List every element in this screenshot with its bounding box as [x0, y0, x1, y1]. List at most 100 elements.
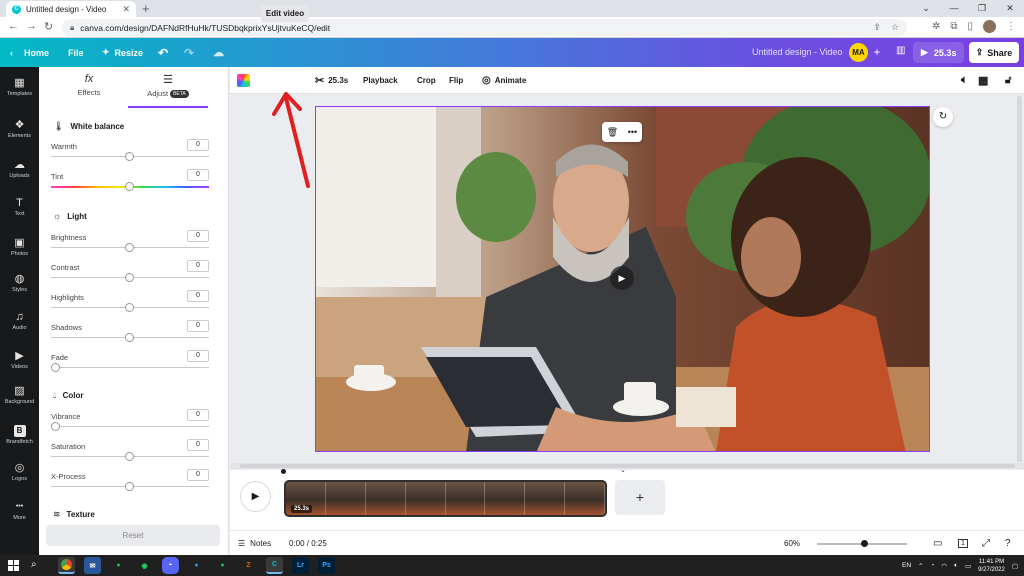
share-button[interactable]: ⇪ Share [969, 42, 1019, 63]
slider-value-input[interactable]: 0 [187, 290, 209, 302]
lightroom-icon[interactable]: Lr [292, 557, 309, 574]
help-icon[interactable]: ? [1005, 531, 1011, 556]
whatsapp-icon[interactable]: ◉ [136, 557, 153, 574]
sidebar-item-elements[interactable]: ❖ Elements [0, 119, 39, 139]
chevron-down-icon[interactable]: ⌄ [912, 0, 940, 17]
extension-icon[interactable]: ✲ [932, 21, 940, 32]
sidebar-item-logos[interactable]: ◎ Logos [0, 462, 39, 482]
add-page-button[interactable]: + [615, 480, 665, 515]
tab-effects[interactable]: fx Effects [49, 73, 129, 97]
reset-button[interactable]: Reset [46, 525, 220, 546]
slider-value-input[interactable]: 0 [187, 320, 209, 332]
windows-start-icon[interactable] [8, 560, 19, 571]
design-title[interactable]: Untitled design - Video [752, 38, 842, 67]
slider-knob[interactable] [125, 152, 134, 161]
timeline-play-button[interactable]: ▶ [240, 481, 271, 512]
tray-app-icon[interactable]: ◔ [930, 562, 934, 569]
lock-element-icon[interactable]: 🔓︎ [1005, 67, 1011, 94]
zoom-app-icon[interactable]: ● [188, 557, 205, 574]
mail-icon[interactable]: ✉ [84, 557, 101, 574]
new-tab-icon[interactable]: + [142, 1, 150, 16]
tab-adjust[interactable]: ☰ Adjust BETA [128, 73, 208, 108]
edit-video-button[interactable]: Edit video [261, 5, 309, 22]
home-button[interactable]: ‹ Home [10, 38, 49, 67]
slider-track[interactable] [51, 426, 209, 427]
chevron-down-icon[interactable]: ⌄ [620, 466, 626, 474]
sidebar-item-background[interactable]: ▨ Background [0, 385, 39, 405]
video-clip[interactable]: 25.3s [284, 480, 607, 517]
back-icon[interactable]: ← [8, 20, 19, 32]
present-play-button[interactable]: ▶ 25.3s [913, 42, 965, 63]
browser-menu-icon[interactable]: ⋮ [1006, 21, 1016, 32]
slider-knob[interactable] [125, 333, 134, 342]
user-avatar[interactable]: MA [849, 43, 868, 62]
canvas-horizontal-scrollbar[interactable] [230, 463, 1024, 469]
slider-knob[interactable] [125, 273, 134, 282]
share-page-icon[interactable]: ⇪ [873, 22, 881, 33]
page-count-button[interactable]: 1 [958, 531, 968, 556]
slider-value-input[interactable]: 0 [187, 230, 209, 242]
sidepanel-icon[interactable]: ▯ [967, 21, 973, 32]
rotate-icon[interactable]: ↻ [933, 107, 953, 127]
search-icon[interactable]: ⌕ [31, 559, 37, 570]
tray-chevron-icon[interactable]: ⌃ [918, 562, 923, 570]
maximize-icon[interactable]: ❐ [968, 0, 996, 17]
file-menu-button[interactable]: File [68, 38, 84, 67]
slider-track[interactable] [51, 367, 209, 368]
canva-app-icon[interactable]: C [266, 557, 283, 574]
system-clock[interactable]: 11:41 PM 9/27/2022 [978, 558, 1005, 574]
reload-icon[interactable]: ↻ [44, 20, 53, 33]
slider-value-input[interactable]: 0 [187, 350, 209, 362]
sidebar-item-styles[interactable]: ◍ Styles [0, 273, 39, 293]
zoom-slider-knob[interactable] [861, 540, 868, 547]
playback-button[interactable]: Playback [363, 67, 398, 94]
spotify-alt-icon[interactable]: ● [214, 557, 231, 574]
sidebar-item-brandfetch[interactable]: B Brandfetch [0, 425, 39, 445]
sidebar-item-templates[interactable]: ▦ Templates [0, 77, 39, 97]
url-input[interactable]: 🔒︎ canva.com/design/DAFNdRfHuHk/TUSDbqkp… [62, 19, 907, 36]
speaker-icon[interactable]: 🔈︎ [954, 562, 958, 570]
color-picker-swatch[interactable] [237, 74, 250, 87]
resize-button[interactable]: ✦ Resize [102, 38, 143, 67]
scrollbar-thumb[interactable] [1017, 96, 1022, 462]
close-tab-icon[interactable]: ✕ [122, 4, 130, 15]
slider-knob[interactable] [125, 482, 134, 491]
discord-icon[interactable]: ◓ [162, 557, 179, 574]
minimize-icon[interactable]: — [940, 0, 968, 17]
slider-knob[interactable] [125, 243, 134, 252]
extensions-puzzle-icon[interactable]: ⧉ [950, 21, 957, 32]
wifi-icon[interactable]: ◠ [941, 562, 947, 570]
video-play-icon[interactable]: ▶ [610, 266, 634, 290]
canvas-vertical-scrollbar[interactable] [1016, 94, 1023, 464]
flip-button[interactable]: Flip [449, 67, 463, 94]
grid-view-icon[interactable]: ▭ [933, 531, 942, 556]
slider-value-input[interactable]: 0 [187, 139, 209, 151]
slider-value-input[interactable]: 0 [187, 260, 209, 272]
trash-icon[interactable]: 🗑︎ [607, 127, 618, 138]
sidebar-item-audio[interactable]: ♫ Audio [0, 311, 39, 331]
scrollbar-thumb[interactable] [240, 464, 1015, 468]
playhead-handle[interactable] [281, 469, 286, 474]
notifications-icon[interactable]: ▢ [1012, 562, 1018, 570]
undo-button[interactable]: ↶ [158, 38, 168, 67]
sidebar-item-text[interactable]: T Text [0, 197, 39, 217]
slider-knob[interactable] [51, 363, 60, 372]
slider-knob[interactable] [125, 182, 134, 191]
filezilla-icon[interactable]: Z [240, 557, 257, 574]
browser-tab[interactable]: C Untitled design - Video ✕ [6, 1, 136, 17]
redo-button[interactable]: ↷ [184, 38, 194, 67]
animate-button[interactable]: ◎ Animate [482, 67, 526, 94]
forward-icon[interactable]: → [26, 20, 37, 32]
slider-value-input[interactable]: 0 [187, 439, 209, 451]
photoshop-icon[interactable]: Ps [318, 557, 335, 574]
bookmark-star-icon[interactable]: ☆ [891, 22, 899, 33]
volume-icon[interactable]: 🔈︎ [961, 67, 968, 94]
add-collaborator-icon[interactable]: + [870, 45, 884, 59]
spotify-icon[interactable]: ● [110, 557, 127, 574]
slider-value-input[interactable]: 0 [187, 409, 209, 421]
slider-value-input[interactable]: 0 [187, 169, 209, 181]
crop-button[interactable]: Crop [417, 67, 436, 94]
profile-avatar[interactable] [983, 20, 996, 33]
transparency-icon[interactable]: ▩ [978, 67, 988, 94]
sidebar-item-more[interactable]: ••• More [0, 501, 39, 521]
